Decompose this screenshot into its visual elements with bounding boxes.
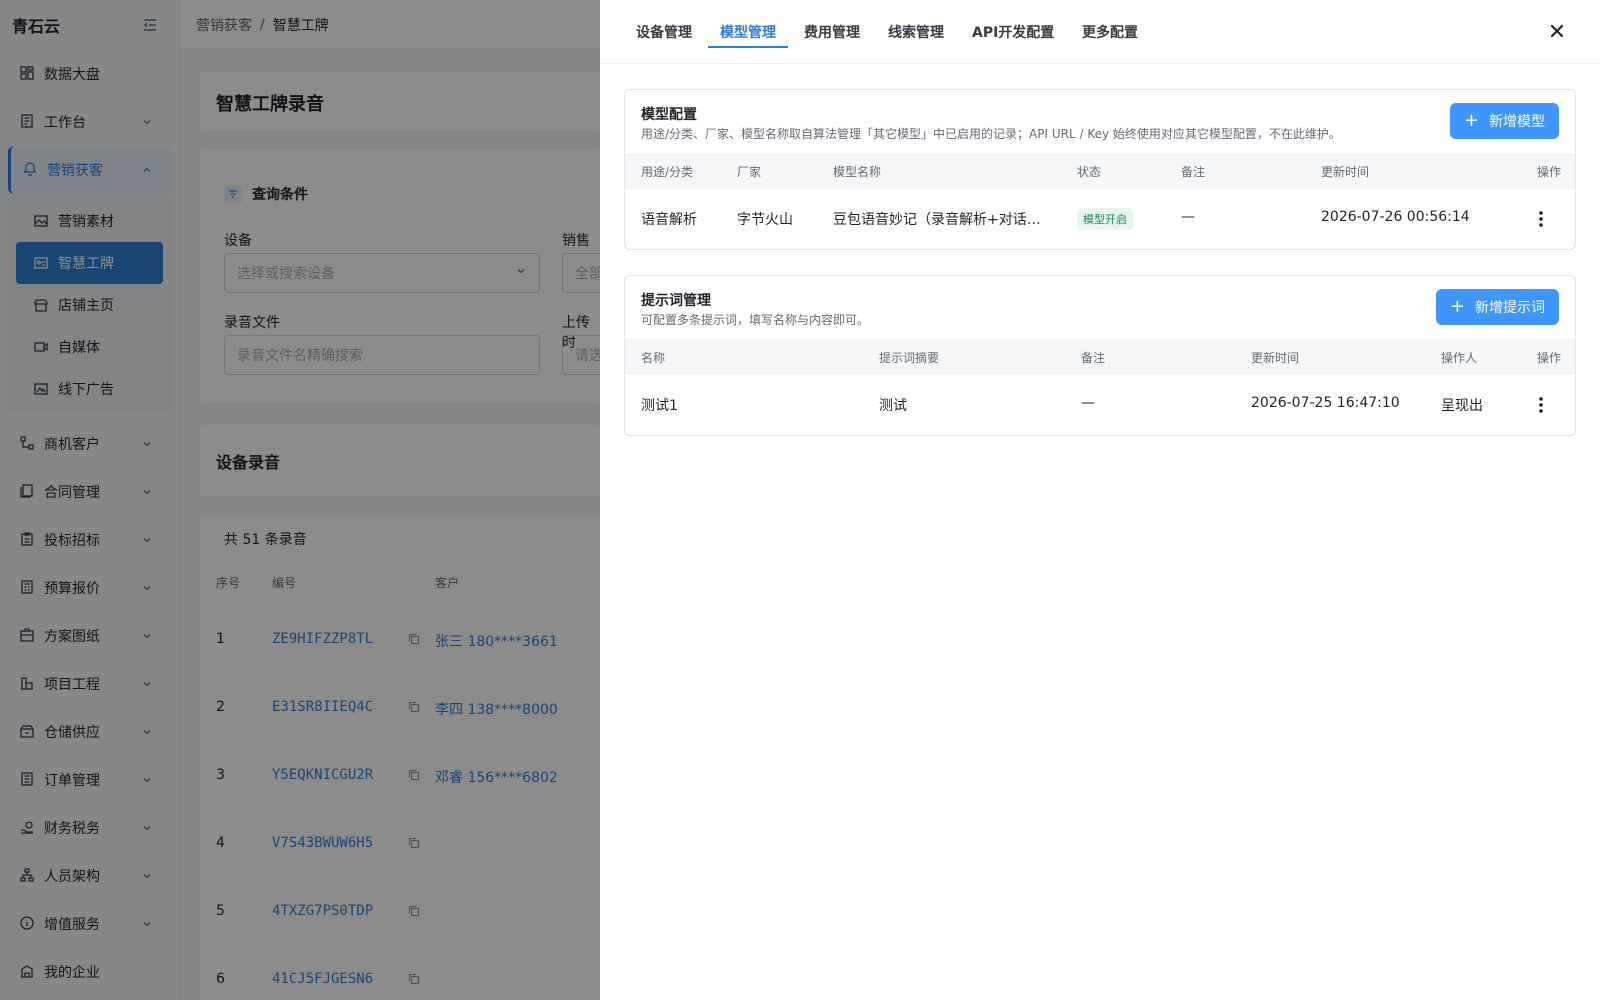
cell-note: — (1081, 395, 1095, 411)
more-actions-icon[interactable] (1539, 211, 1543, 227)
prompt-mgmt-title: 提示词管理 (641, 293, 711, 309)
model-config-subtitle: 用途/分类、厂家、模型名称取自算法管理「其它模型」中已启用的记录；API URL… (641, 127, 1341, 141)
table-row: 语音解析 字节火山 豆包语音妙记（录音解析+对话… 模型开启 — 2026-07… (625, 189, 1575, 249)
tab-api-config[interactable]: API开发配置 (960, 22, 1066, 48)
add-model-button[interactable]: + 新增模型 (1449, 103, 1559, 139)
model-config-panel: 模型配置 用途/分类、厂家、模型名称取自算法管理「其它模型」中已启用的记录；AP… (624, 89, 1576, 250)
plus-icon: + (1463, 110, 1479, 131)
col-header-vendor: 厂家 (737, 165, 762, 179)
close-icon[interactable] (1548, 22, 1566, 40)
col-header-summary: 提示词摘要 (879, 351, 940, 365)
plus-icon: + (1449, 296, 1465, 317)
cell-vendor: 字节火山 (737, 212, 793, 228)
settings-drawer: 设备管理 模型管理 费用管理 线索管理 API开发配置 更多配置 模型配置 用途… (600, 0, 1600, 1000)
col-header-status: 状态 (1077, 165, 1102, 179)
col-header-purpose: 用途/分类 (641, 165, 694, 179)
cell-model-name: 豆包语音妙记（录音解析+对话… (833, 212, 1041, 228)
cell-summary: 测试 (879, 398, 907, 414)
table-row: 测试1 测试 — 2026-07-25 16:47:10 呈现出 (625, 375, 1575, 435)
col-header-model-name: 模型名称 (833, 165, 882, 179)
col-header-actions: 操作 (1537, 351, 1562, 365)
model-config-title: 模型配置 (641, 107, 697, 123)
model-table-header: 用途/分类 厂家 模型名称 状态 备注 更新时间 操作 (625, 153, 1575, 189)
cell-updated: 2026-07-25 16:47:10 (1251, 395, 1400, 411)
col-header-updated: 更新时间 (1321, 165, 1370, 179)
add-model-label: 新增模型 (1489, 114, 1545, 130)
status-badge: 模型开启 (1077, 208, 1133, 230)
col-header-note: 备注 (1181, 165, 1206, 179)
tab-fee-management[interactable]: 费用管理 (792, 22, 872, 48)
drawer-tabs: 设备管理 模型管理 费用管理 线索管理 API开发配置 更多配置 (600, 0, 1600, 64)
modal-backdrop[interactable] (0, 0, 600, 1000)
col-header-name: 名称 (641, 351, 666, 365)
prompt-mgmt-panel: 提示词管理 可配置多条提示词，填写名称与内容即可。 + 新增提示词 名称 提示词… (624, 275, 1576, 436)
more-actions-icon[interactable] (1539, 397, 1543, 413)
cell-name: 测试1 (641, 398, 678, 414)
tab-lead-management[interactable]: 线索管理 (876, 22, 956, 48)
prompt-table-header: 名称 提示词摘要 备注 更新时间 操作人 操作 (625, 339, 1575, 375)
col-header-note: 备注 (1081, 351, 1106, 365)
add-prompt-button[interactable]: + 新增提示词 (1435, 289, 1559, 325)
cell-updated: 2026-07-26 00:56:14 (1321, 209, 1470, 225)
tab-device-management[interactable]: 设备管理 (624, 22, 704, 48)
col-header-operator: 操作人 (1441, 351, 1478, 365)
col-header-updated: 更新时间 (1251, 351, 1300, 365)
cell-purpose: 语音解析 (641, 212, 697, 228)
tab-more-config[interactable]: 更多配置 (1070, 22, 1150, 48)
add-prompt-label: 新增提示词 (1475, 300, 1545, 316)
col-header-actions: 操作 (1537, 165, 1562, 179)
prompt-mgmt-subtitle: 可配置多条提示词，填写名称与内容即可。 (641, 313, 870, 327)
tab-model-management[interactable]: 模型管理 (708, 22, 788, 48)
cell-operator: 呈现出 (1441, 398, 1483, 414)
cell-note: — (1181, 209, 1195, 225)
